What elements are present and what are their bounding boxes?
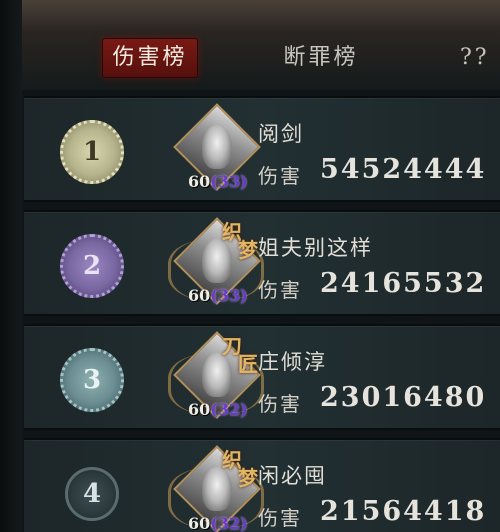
avatar-portrait	[202, 239, 232, 283]
tab-damage-ranking[interactable]: 伤害榜	[102, 38, 198, 78]
ranking-list: 1 60(33) 阅剑 伤害 54524444 2 织 梦 60(33) 姐夫别…	[24, 96, 500, 532]
avatar-portrait	[202, 125, 232, 169]
level-value: 60	[188, 514, 211, 532]
level-sub: (32)	[210, 400, 248, 419]
level-value: 60	[188, 172, 211, 191]
damage-label: 伤害	[258, 506, 302, 530]
damage-label: 伤害	[258, 164, 302, 188]
player-name: 庄倾淳	[258, 350, 327, 374]
level-sub: (33)	[210, 286, 248, 305]
player-name: 姐夫别这样	[258, 236, 373, 260]
ranking-row[interactable]: 1 60(33) 阅剑 伤害 54524444	[24, 96, 500, 202]
rank-medal: 2	[60, 234, 124, 298]
ranking-row[interactable]: 3 刀 匠 60(32) 庄倾淳 伤害 23016480	[24, 324, 500, 430]
title-badge-char: 匠	[238, 352, 258, 376]
damage-label: 伤害	[258, 278, 302, 302]
rank-medal: 4	[65, 467, 119, 521]
leaderboard-tabs: 伤害榜 断罪榜 ??	[0, 28, 500, 88]
avatar-portrait	[202, 467, 232, 511]
player-level: 60(32)	[188, 514, 248, 532]
player-level: 60(33)	[188, 286, 248, 305]
tab-unknown[interactable]: ??	[460, 38, 500, 78]
level-value: 60	[188, 400, 211, 419]
player-name: 阅剑	[258, 122, 304, 146]
player-avatar[interactable]: 60(33)	[162, 103, 270, 200]
level-sub: (33)	[210, 172, 248, 191]
player-avatar[interactable]: 织 梦 60(33)	[162, 217, 270, 314]
damage-label: 伤害	[258, 392, 302, 416]
rank-medal: 3	[60, 348, 124, 412]
player-level: 60(33)	[188, 172, 248, 191]
level-value: 60	[188, 286, 211, 305]
rank-medal: 1	[60, 120, 124, 184]
damage-value: 23016480	[320, 382, 487, 413]
ranking-row[interactable]: 4 织 梦 60(32) 闲必囤 伤害 21564418	[24, 438, 500, 532]
player-level: 60(32)	[188, 400, 248, 419]
player-avatar[interactable]: 织 梦 60(32)	[162, 445, 270, 532]
player-avatar[interactable]: 刀 匠 60(32)	[162, 331, 270, 428]
tab-judgment-ranking[interactable]: 断罪榜	[276, 38, 366, 78]
damage-value: 54524444	[320, 154, 487, 185]
damage-value: 21564418	[320, 496, 487, 527]
avatar-portrait	[202, 353, 232, 397]
title-badge-char: 梦	[238, 238, 258, 262]
player-name: 闲必囤	[258, 464, 327, 488]
damage-value: 24165532	[320, 268, 487, 299]
level-sub: (32)	[210, 514, 248, 532]
ranking-row[interactable]: 2 织 梦 60(33) 姐夫别这样 伤害 24165532	[24, 210, 500, 316]
title-badge-char: 梦	[238, 466, 258, 490]
